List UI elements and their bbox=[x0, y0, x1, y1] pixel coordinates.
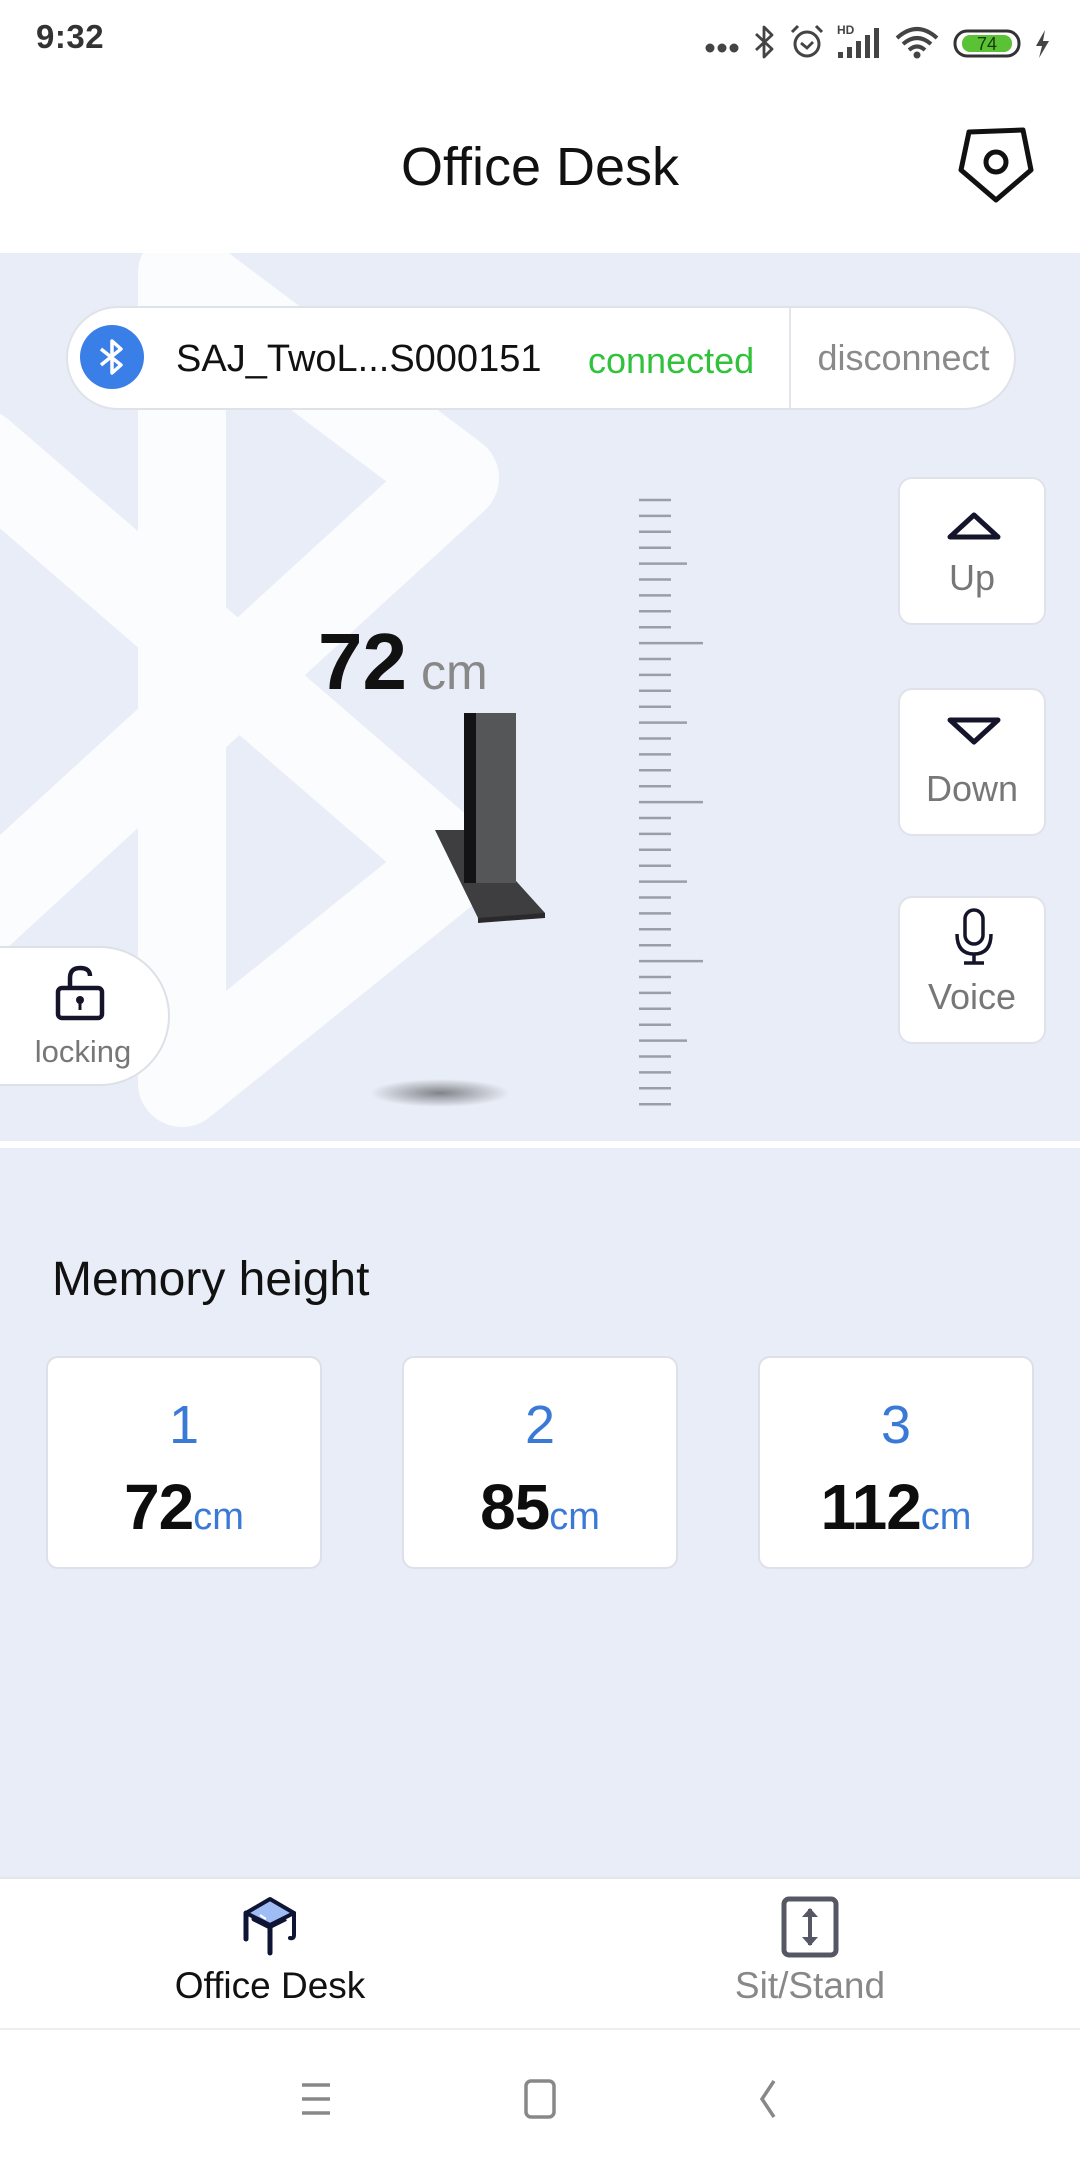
tab-sit-stand[interactable]: Sit/Stand bbox=[540, 1879, 1080, 2029]
memory-index: 1 bbox=[168, 1395, 200, 1455]
memory-unit: cm bbox=[193, 1496, 244, 1538]
memory-index: 2 bbox=[524, 1395, 556, 1455]
connection-status: connected bbox=[588, 340, 755, 381]
memory-value: 85 bbox=[480, 1471, 550, 1543]
down-label: Down bbox=[925, 768, 1019, 809]
page-title: Office Desk bbox=[400, 137, 680, 197]
status-time: 9:32 bbox=[36, 18, 105, 55]
desk-icon bbox=[243, 1897, 296, 1956]
hd-signal-icon: HD bbox=[837, 23, 879, 58]
settings-hexagon-icon bbox=[958, 127, 1034, 203]
memory-value: 112 bbox=[820, 1471, 922, 1543]
up-button[interactable]: Up bbox=[898, 477, 1046, 625]
connection-bar: SAJ_TwoL...S000151 connected disconnect bbox=[66, 306, 1016, 410]
memory-title: Memory height bbox=[52, 1253, 370, 1306]
tab-office-desk[interactable]: Office Desk bbox=[0, 1879, 540, 2029]
height-readout: 72 cm bbox=[318, 616, 488, 708]
section-divider bbox=[0, 1141, 1080, 1148]
locking-button[interactable]: locking bbox=[0, 946, 170, 1086]
battery-level-text: 74 bbox=[977, 34, 997, 54]
memory-preset-3[interactable]: 3 112cm bbox=[758, 1356, 1034, 1569]
battery-icon: 74 bbox=[953, 29, 1021, 58]
menu-icon[interactable] bbox=[286, 2075, 346, 2123]
height-unit: cm bbox=[420, 644, 488, 700]
more-dots-icon bbox=[705, 43, 739, 53]
bottom-tab-bar: Office Desk Sit/Stand bbox=[0, 1877, 1080, 2030]
device-name: SAJ_TwoL...S000151 bbox=[176, 338, 542, 380]
charging-bolt-icon bbox=[1036, 30, 1049, 58]
unlock-icon bbox=[55, 965, 105, 1021]
memory-preset-2[interactable]: 2 85cm bbox=[402, 1356, 678, 1569]
status-bar: 9:32 HD 74 bbox=[0, 0, 1080, 80]
wifi-icon bbox=[895, 27, 939, 59]
memory-unit: cm bbox=[920, 1496, 972, 1538]
triangle-up-icon bbox=[947, 512, 1001, 540]
settings-button[interactable] bbox=[955, 124, 1037, 204]
sit-stand-icon bbox=[781, 1896, 839, 1958]
down-button[interactable]: Down bbox=[898, 688, 1046, 836]
bluetooth-badge bbox=[80, 325, 144, 389]
memory-unit: cm bbox=[549, 1496, 600, 1538]
up-label: Up bbox=[948, 557, 996, 598]
svg-text:HD: HD bbox=[837, 23, 855, 37]
back-icon[interactable] bbox=[738, 2075, 798, 2123]
voice-label: Voice bbox=[927, 976, 1017, 1017]
app-header: Office Desk bbox=[0, 80, 1080, 253]
home-icon[interactable] bbox=[510, 2075, 570, 2123]
system-nav-bar bbox=[0, 2030, 1080, 2160]
alarm-icon bbox=[790, 24, 824, 58]
voice-button[interactable]: Voice bbox=[898, 896, 1046, 1044]
triangle-down-icon bbox=[947, 717, 1001, 745]
microphone-icon bbox=[955, 908, 993, 965]
height-ruler bbox=[639, 498, 703, 1106]
bluetooth-icon bbox=[99, 339, 123, 375]
memory-section: Memory height 1 72cm 2 85cm 3 112cm bbox=[0, 1148, 1080, 1877]
bluetooth-icon bbox=[755, 25, 774, 59]
tab-label: Sit/Stand bbox=[734, 1965, 886, 2006]
locking-label: locking bbox=[34, 1034, 132, 1069]
height-value: 72 bbox=[318, 617, 407, 706]
tab-label: Office Desk bbox=[174, 1965, 366, 2006]
memory-preset-1[interactable]: 1 72cm bbox=[46, 1356, 322, 1569]
memory-value: 72 bbox=[124, 1471, 194, 1543]
desk-control-area: SAJ_TwoL...S000151 connected disconnect … bbox=[0, 253, 1080, 1141]
disconnect-button[interactable]: disconnect bbox=[791, 308, 1016, 408]
memory-index: 3 bbox=[880, 1395, 912, 1455]
